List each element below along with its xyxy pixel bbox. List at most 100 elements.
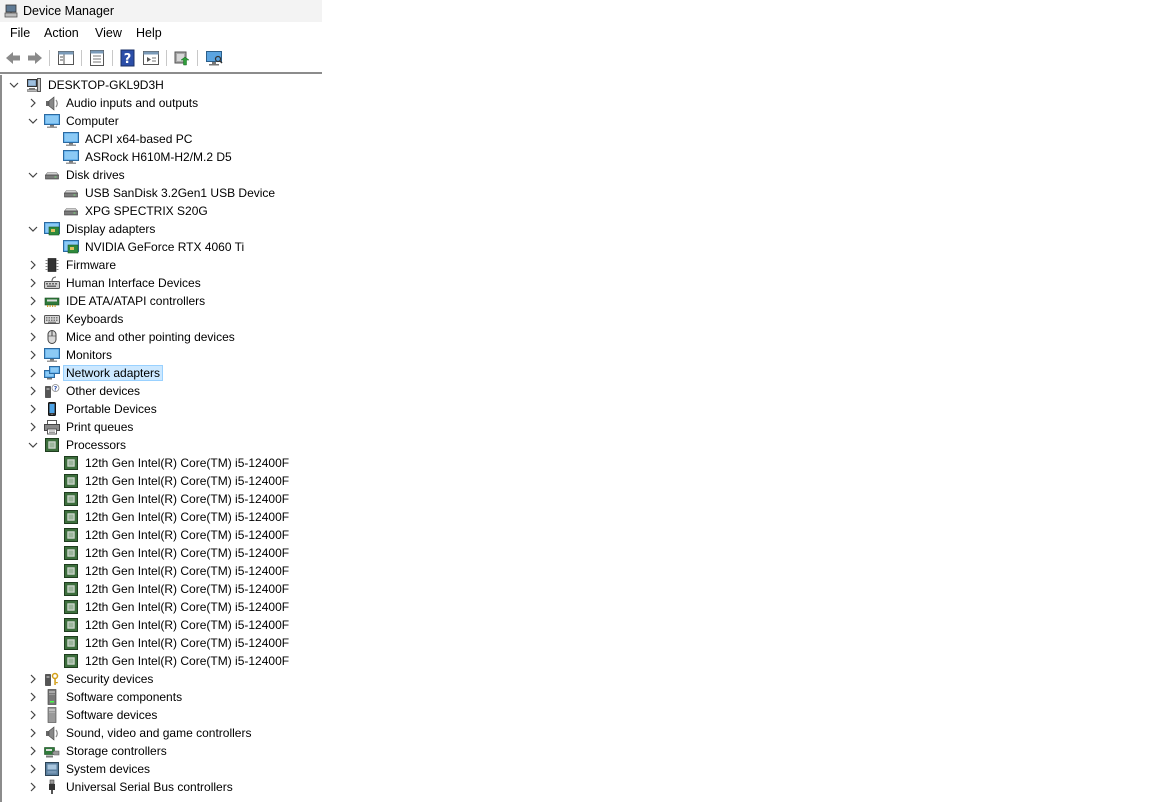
chevron-right-icon[interactable] <box>27 763 39 775</box>
tree-item-label[interactable]: System devices <box>66 762 150 776</box>
tree-item[interactable]: Audio inputs and outputs <box>2 94 322 112</box>
tree-item[interactable]: 12th Gen Intel(R) Core(TM) i5-12400F <box>2 580 322 598</box>
tree-item[interactable]: DESKTOP-GKL9D3H <box>2 76 322 94</box>
tree-item-label[interactable]: ACPI x64-based PC <box>85 132 192 146</box>
tree-item-label[interactable]: 12th Gen Intel(R) Core(TM) i5-12400F <box>85 546 289 560</box>
chevron-right-icon[interactable] <box>27 673 39 685</box>
chevron-down-icon[interactable] <box>8 79 20 91</box>
action-view-icon[interactable] <box>142 49 160 67</box>
tree-item-label[interactable]: Network adapters <box>62 365 164 381</box>
tree-item[interactable]: Sound, video and game controllers <box>2 724 322 742</box>
tree-item-label[interactable]: Sound, video and game controllers <box>66 726 251 740</box>
tree-item[interactable]: Disk drives <box>2 166 322 184</box>
tree-item[interactable]: Network adapters <box>2 364 322 382</box>
help-icon[interactable]: ? <box>119 49 137 67</box>
menu-help[interactable]: Help <box>136 26 162 40</box>
tree-item-label[interactable]: XPG SPECTRIX S20G <box>85 204 208 218</box>
chevron-down-icon[interactable] <box>27 439 39 451</box>
tree-item-label[interactable]: 12th Gen Intel(R) Core(TM) i5-12400F <box>85 564 289 578</box>
tree-item[interactable]: Human Interface Devices <box>2 274 322 292</box>
tree-item[interactable]: 12th Gen Intel(R) Core(TM) i5-12400F <box>2 634 322 652</box>
menu-action[interactable]: Action <box>44 26 79 40</box>
tree-item-label[interactable]: Portable Devices <box>66 402 157 416</box>
tree-item[interactable]: Print queues <box>2 418 322 436</box>
tree-item-label[interactable]: 12th Gen Intel(R) Core(TM) i5-12400F <box>85 492 289 506</box>
tree-item[interactable]: Security devices <box>2 670 322 688</box>
chevron-right-icon[interactable] <box>27 403 39 415</box>
tree-item[interactable]: Universal Serial Bus controllers <box>2 778 322 796</box>
monitor-scan-icon[interactable] <box>205 49 223 67</box>
back-icon[interactable] <box>4 49 22 67</box>
tree-item-label[interactable]: 12th Gen Intel(R) Core(TM) i5-12400F <box>85 474 289 488</box>
tree-item-label[interactable]: 12th Gen Intel(R) Core(TM) i5-12400F <box>85 456 289 470</box>
tree-item[interactable]: Firmware <box>2 256 322 274</box>
tree-item-label[interactable]: Audio inputs and outputs <box>66 96 198 110</box>
chevron-right-icon[interactable] <box>27 277 39 289</box>
tree-item-label[interactable]: Software components <box>66 690 182 704</box>
chevron-right-icon[interactable] <box>27 745 39 757</box>
tree-item-label[interactable]: ASRock H610M-H2/M.2 D5 <box>85 150 232 164</box>
tree-item[interactable]: 12th Gen Intel(R) Core(TM) i5-12400F <box>2 472 322 490</box>
chevron-down-icon[interactable] <box>27 169 39 181</box>
tree-item[interactable]: System devices <box>2 760 322 778</box>
tree-item-label[interactable]: Mice and other pointing devices <box>66 330 235 344</box>
tree-item-label[interactable]: Universal Serial Bus controllers <box>66 780 233 794</box>
chevron-right-icon[interactable] <box>27 331 39 343</box>
tree-item-label[interactable]: DESKTOP-GKL9D3H <box>48 78 164 92</box>
menu-view[interactable]: View <box>95 26 122 40</box>
tree-item[interactable]: Portable Devices <box>2 400 322 418</box>
tree-item-label[interactable]: 12th Gen Intel(R) Core(TM) i5-12400F <box>85 582 289 596</box>
chevron-right-icon[interactable] <box>27 727 39 739</box>
tree-item-label[interactable]: Security devices <box>66 672 153 686</box>
tree-item-label[interactable]: 12th Gen Intel(R) Core(TM) i5-12400F <box>85 600 289 614</box>
tree-item-label[interactable]: Disk drives <box>66 168 125 182</box>
forward-icon[interactable] <box>26 49 44 67</box>
tree-item-label[interactable]: 12th Gen Intel(R) Core(TM) i5-12400F <box>85 510 289 524</box>
tree-item[interactable]: Keyboards <box>2 310 322 328</box>
tree-item-label[interactable]: Print queues <box>66 420 133 434</box>
chevron-right-icon[interactable] <box>27 349 39 361</box>
tree-item-label[interactable]: Display adapters <box>66 222 155 236</box>
tree-item-label[interactable]: Storage controllers <box>66 744 167 758</box>
tree-item-label[interactable]: 12th Gen Intel(R) Core(TM) i5-12400F <box>85 618 289 632</box>
chevron-down-icon[interactable] <box>27 115 39 127</box>
chevron-right-icon[interactable] <box>27 367 39 379</box>
chevron-right-icon[interactable] <box>27 781 39 793</box>
tree-item-label[interactable]: 12th Gen Intel(R) Core(TM) i5-12400F <box>85 654 289 668</box>
update-driver-icon[interactable] <box>173 49 191 67</box>
tree-item[interactable]: Computer <box>2 112 322 130</box>
tree-item[interactable]: Software components <box>2 688 322 706</box>
tree-item-label[interactable]: IDE ATA/ATAPI controllers <box>66 294 205 308</box>
tree-item[interactable]: 12th Gen Intel(R) Core(TM) i5-12400F <box>2 526 322 544</box>
chevron-right-icon[interactable] <box>27 385 39 397</box>
tree-item-label[interactable]: Other devices <box>66 384 140 398</box>
chevron-right-icon[interactable] <box>27 295 39 307</box>
tree-item[interactable]: 12th Gen Intel(R) Core(TM) i5-12400F <box>2 562 322 580</box>
tree-item[interactable]: 12th Gen Intel(R) Core(TM) i5-12400F <box>2 490 322 508</box>
properties-icon[interactable] <box>88 49 106 67</box>
tree-item[interactable]: ASRock H610M-H2/M.2 D5 <box>2 148 322 166</box>
tree-item[interactable]: 12th Gen Intel(R) Core(TM) i5-12400F <box>2 544 322 562</box>
tree-item[interactable]: Storage controllers <box>2 742 322 760</box>
tree-item-label[interactable]: Processors <box>66 438 126 452</box>
chevron-right-icon[interactable] <box>27 97 39 109</box>
chevron-right-icon[interactable] <box>27 313 39 325</box>
tree-item[interactable]: ACPI x64-based PC <box>2 130 322 148</box>
device-tree[interactable]: DESKTOP-GKL9D3H Audio inputs and outputs C… <box>0 75 324 802</box>
tree-item-label[interactable]: Human Interface Devices <box>66 276 201 290</box>
tree-item[interactable]: 12th Gen Intel(R) Core(TM) i5-12400F <box>2 652 322 670</box>
tree-item-label[interactable]: 12th Gen Intel(R) Core(TM) i5-12400F <box>85 528 289 542</box>
tree-item[interactable]: XPG SPECTRIX S20G <box>2 202 322 220</box>
tree-item[interactable]: 12th Gen Intel(R) Core(TM) i5-12400F <box>2 616 322 634</box>
tree-item[interactable]: ? Other devices <box>2 382 322 400</box>
tree-item[interactable]: Mice and other pointing devices <box>2 328 322 346</box>
tree-item[interactable]: 12th Gen Intel(R) Core(TM) i5-12400F <box>2 508 322 526</box>
chevron-right-icon[interactable] <box>27 709 39 721</box>
tree-item[interactable]: Software devices <box>2 706 322 724</box>
tree-item-label[interactable]: Keyboards <box>66 312 123 326</box>
tree-item-label[interactable]: NVIDIA GeForce RTX 4060 Ti <box>85 240 244 254</box>
tree-item[interactable]: USB SanDisk 3.2Gen1 USB Device <box>2 184 322 202</box>
tree-item[interactable]: 12th Gen Intel(R) Core(TM) i5-12400F <box>2 598 322 616</box>
tree-item-label[interactable]: Software devices <box>66 708 157 722</box>
chevron-right-icon[interactable] <box>27 421 39 433</box>
